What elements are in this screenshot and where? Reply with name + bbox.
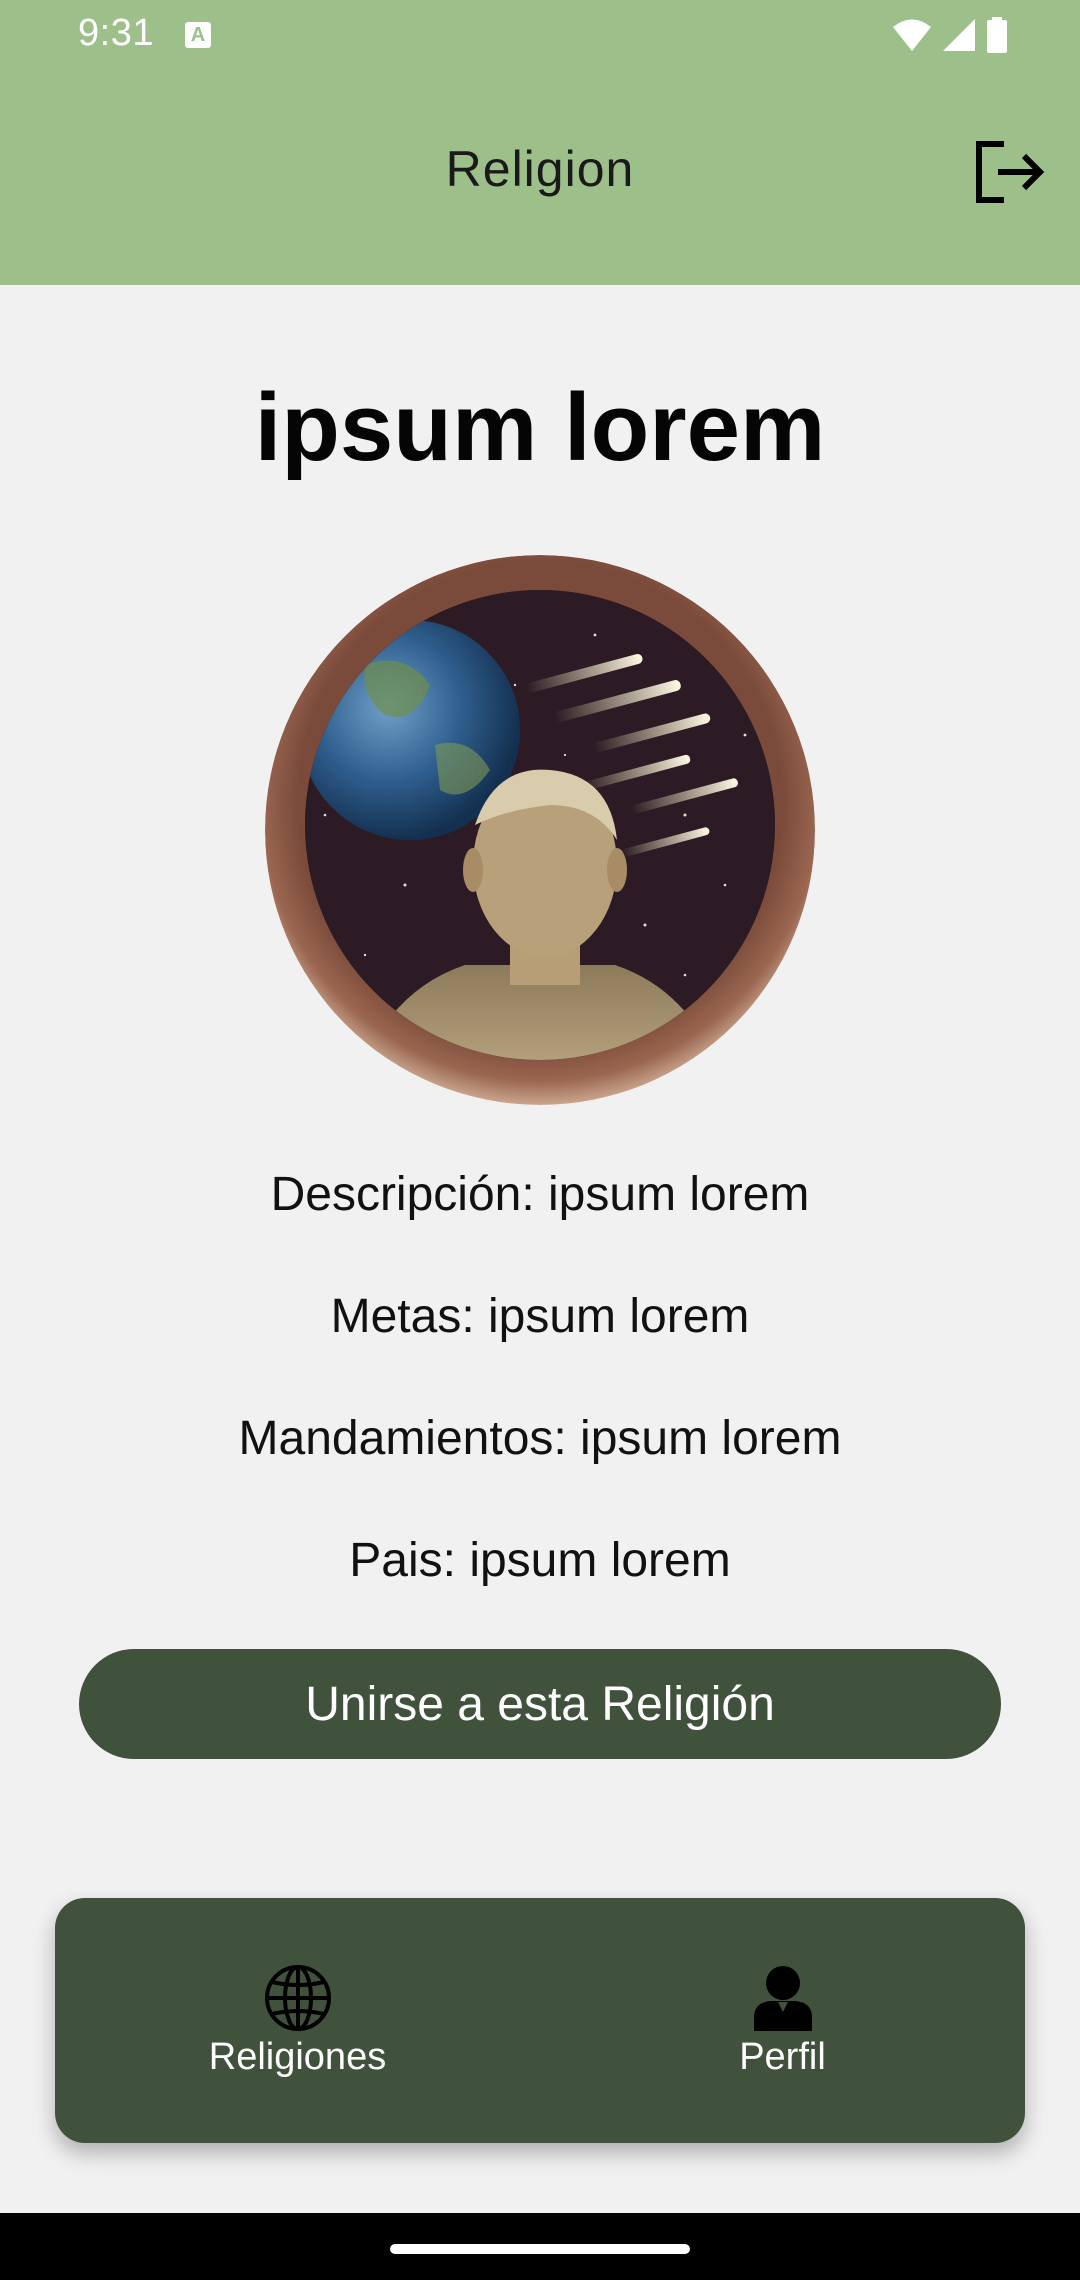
home-indicator[interactable] [390, 2244, 690, 2254]
nav-item-perfil[interactable]: Perfil [540, 1898, 1025, 2143]
nav-label-religiones: Religiones [208, 2036, 387, 2078]
bottom-navigation: Religiones Perfil [55, 1898, 1025, 2143]
religion-title: ipsum lorem [254, 374, 826, 481]
status-time: 9:31 [78, 12, 154, 54]
app-bar: Religion [0, 70, 1080, 285]
logout-icon [976, 141, 1045, 203]
nav-label-perfil: Perfil [739, 2036, 826, 2078]
logout-button[interactable] [970, 132, 1050, 212]
status-icons [892, 16, 1008, 54]
system-navigation-bar [0, 2213, 1080, 2280]
person-icon [747, 1962, 819, 2034]
join-religion-button[interactable]: Unirse a esta Religión [79, 1649, 1001, 1759]
commandments-text: Mandamientos: ipsum lorem [238, 1412, 842, 1465]
signal-icon [943, 19, 975, 51]
country-text: Pais: ipsum lorem [349, 1534, 731, 1587]
status-bar: 9:31 A [0, 0, 1080, 70]
religion-image [265, 555, 815, 1105]
a-icon: A [185, 22, 211, 48]
goals-text: Metas: ipsum lorem [330, 1290, 750, 1343]
app-title: Religion [445, 141, 635, 197]
globe-icon [262, 1962, 334, 2034]
description-text: Descripción: ipsum lorem [270, 1168, 810, 1221]
battery-icon [987, 17, 1007, 53]
wifi-icon [893, 19, 931, 51]
nav-item-religiones[interactable]: Religiones [55, 1898, 540, 2143]
